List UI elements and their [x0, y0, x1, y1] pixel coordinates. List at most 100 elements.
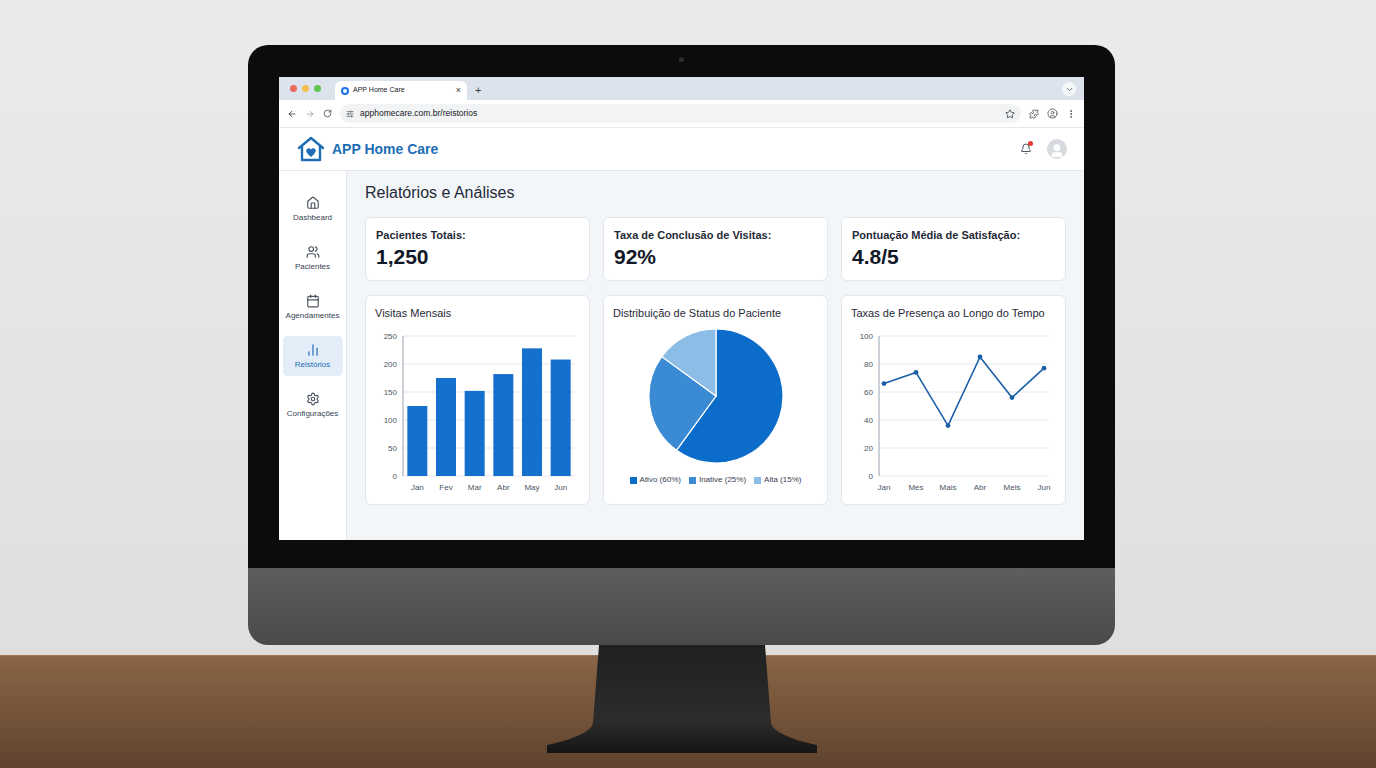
app-header: APP Home Care — [279, 128, 1084, 171]
close-window-button[interactable] — [290, 85, 297, 92]
line-point[interactable]: Abr — [974, 355, 987, 492]
new-tab-button[interactable]: + — [475, 85, 481, 96]
profile-icon[interactable] — [1047, 108, 1058, 119]
stat-label: Pacientes Totais: — [376, 228, 579, 242]
photo-scene: APP Home Care×+apphomecare.com.br/reisto… — [0, 0, 1376, 768]
svg-text:0: 0 — [869, 472, 874, 481]
house-icon — [306, 196, 320, 210]
y-tick: 80 — [864, 360, 1049, 369]
reload-icon[interactable] — [323, 109, 332, 118]
legend-item[interactable]: Inative (25%) — [689, 475, 746, 485]
user-avatar[interactable] — [1047, 139, 1067, 159]
app-name[interactable]: APP Home Care — [332, 139, 438, 160]
minimize-window-button[interactable] — [302, 85, 309, 92]
chart-area — [613, 326, 818, 466]
legend-swatch — [630, 477, 637, 484]
chevron-down-icon — [1065, 85, 1074, 94]
back-arrow-icon[interactable] — [287, 109, 297, 119]
svg-text:May: May — [524, 483, 539, 492]
camera-dot — [679, 57, 684, 62]
bar[interactable]: Abr — [493, 374, 513, 492]
svg-text:150: 150 — [384, 388, 398, 397]
users-icon — [306, 245, 320, 259]
bar-chart: 0 50 100 150 200 250 Jan Fev Mar Abr May Jun — [375, 328, 580, 500]
svg-text:Jan: Jan — [878, 483, 891, 492]
pie-chart — [646, 326, 786, 466]
line-point[interactable]: Mels — [1004, 395, 1021, 492]
svg-text:Mes: Mes — [908, 483, 923, 492]
sidebar-item[interactable]: Pacientes — [283, 238, 343, 278]
bar[interactable]: Jan — [407, 406, 427, 492]
bar-chart-icon — [306, 343, 320, 357]
sidebar: Dashbeard Pacientes Agendamentes Relstórios… — [279, 171, 347, 540]
bar[interactable]: Fev — [436, 378, 456, 492]
chart-title: Visitas Mensais — [375, 306, 580, 320]
maximize-window-button[interactable] — [314, 85, 321, 92]
charts-row: Visitas Mensais050100150200250JanFevMarA… — [365, 295, 1066, 505]
y-tick: 100 — [860, 332, 1049, 341]
stat-label: Taxa de Conclusão de Visitas: — [614, 228, 817, 242]
svg-text:40: 40 — [864, 416, 873, 425]
star-icon[interactable] — [1005, 109, 1015, 119]
chart-card: Visitas Mensais 0 50 100 150 200 250 Jan Fev Mar A… — [365, 295, 590, 505]
tab-close-button[interactable]: × — [456, 86, 461, 95]
svg-text:100: 100 — [384, 416, 398, 425]
stat-label: Pontuação Média de Satisfação: — [852, 228, 1055, 242]
bar[interactable]: Mar — [465, 391, 485, 492]
y-tick: 200 — [384, 360, 575, 369]
extensions-puzzle-icon[interactable] — [1029, 109, 1039, 119]
line-point[interactable]: Mais — [940, 423, 957, 492]
chart-card: Distribuição de Status do PacienteAtivo … — [603, 295, 828, 505]
address-field[interactable]: apphomecare.com.br/reistorios — [340, 104, 1021, 123]
legend-item[interactable]: Alta (15%) — [754, 475, 801, 485]
y-tick: 40 — [864, 416, 1049, 425]
bar[interactable]: Jun — [551, 360, 571, 492]
sidebar-item[interactable]: Configurações — [283, 385, 343, 425]
stat-value: 4.8/5 — [852, 244, 1055, 270]
stat-value: 92% — [614, 244, 817, 270]
svg-text:Jun: Jun — [1038, 483, 1051, 492]
monitor: APP Home Care×+apphomecare.com.br/reisto… — [0, 0, 1376, 753]
tab-list-button[interactable] — [1062, 82, 1076, 96]
y-tick: 250 — [384, 332, 575, 341]
house-heart-logo-icon — [296, 134, 326, 164]
pie-legend: Ativo (60%) Inative (25%) Alta (15%) — [613, 475, 818, 485]
bar[interactable]: May — [522, 348, 542, 492]
line-point[interactable]: Jan — [878, 381, 891, 492]
pie-slice[interactable] — [661, 329, 715, 396]
chart-title: Taxas de Presença ao Longo do Tempo — [851, 306, 1056, 320]
sidebar-item[interactable]: Dashbeard — [283, 189, 343, 229]
stat-value: 1,250 — [376, 244, 579, 270]
line-point[interactable]: Mes — [908, 370, 923, 492]
gear-icon — [306, 392, 320, 406]
svg-text:50: 50 — [388, 444, 397, 453]
menu-dots-icon[interactable] — [1066, 109, 1076, 119]
sidebar-item[interactable]: Relstórios — [283, 336, 343, 376]
sidebar-item-label: Agendamentes — [286, 311, 340, 321]
svg-text:20: 20 — [864, 444, 873, 453]
svg-text:0: 0 — [393, 472, 398, 481]
svg-text:Jun: Jun — [554, 483, 567, 492]
legend-swatch — [689, 477, 696, 484]
forward-arrow-icon[interactable] — [305, 109, 315, 119]
line-point[interactable]: Jun — [1038, 366, 1051, 492]
monitor-stand — [547, 645, 817, 753]
address-url: apphomecare.com.br/reistorios — [360, 107, 477, 120]
legend-label: Ativo (60%) — [640, 475, 681, 485]
monitor-chin — [248, 568, 1115, 645]
browser-tab-bar: APP Home Care× + — [279, 77, 1084, 100]
window-controls — [290, 77, 321, 100]
svg-text:80: 80 — [864, 360, 873, 369]
favicon-icon — [341, 87, 349, 95]
chart-area: 0 50 100 150 200 250 Jan Fev Mar Abr May Jun — [375, 328, 580, 500]
notifications-button[interactable] — [1019, 142, 1033, 156]
svg-text:Mais: Mais — [940, 483, 957, 492]
browser-tab[interactable]: APP Home Care× — [335, 81, 467, 100]
legend-item[interactable]: Ativo (60%) — [630, 475, 681, 485]
sidebar-item[interactable]: Agendamentes — [283, 287, 343, 327]
stat-card: Taxa de Conclusão de Visitas: 92% — [603, 217, 828, 281]
svg-text:Mels: Mels — [1004, 483, 1021, 492]
site-info-icon[interactable] — [346, 110, 354, 118]
line-chart: 020406080100JanMesMaisAbrMelsJun — [851, 328, 1056, 500]
svg-text:250: 250 — [384, 332, 398, 341]
